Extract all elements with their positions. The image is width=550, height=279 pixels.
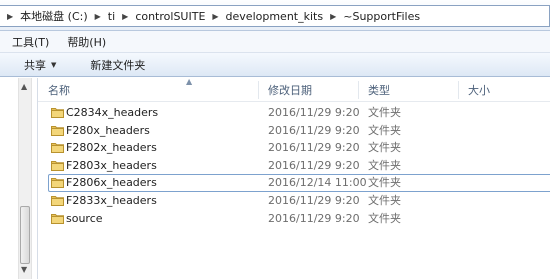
new-folder-button-label: 新建文件夹 [90,58,146,72]
breadcrumb-item-development-kits[interactable]: development_kits [224,10,326,23]
column-header: ▲ 名称 修改日期 类型 大小 [38,78,550,102]
file-type: 文件夹 [368,193,401,207]
file-name: F2806x_headers [66,176,157,190]
file-name: F280x_headers [66,123,150,137]
navigation-scrollbar[interactable]: ▲ ▼ [18,78,32,279]
file-date: 2016/12/14 11:00 [268,176,367,190]
file-date: 2016/11/29 9:20 [268,106,360,119]
share-button-label: 共享 [24,58,46,72]
chevron-right-icon[interactable]: ▶ [207,12,223,21]
new-folder-button[interactable]: 新建文件夹 [66,57,155,73]
file-name: F2803x_headers [66,158,157,172]
file-type: 文件夹 [368,158,401,172]
file-row[interactable]: F2833x_headers 2016/11/29 9:20 文件夹 [38,192,550,210]
folder-icon [51,143,64,154]
folder-icon [51,213,64,224]
file-row[interactable]: source 2016/11/29 9:20 文件夹 [38,210,550,228]
file-row[interactable]: F2802x_headers 2016/11/29 9:20 文件夹 [38,139,550,157]
breadcrumb[interactable]: ▶ 本地磁盘 (C:) ▶ ti ▶ controlSUITE ▶ develo… [0,5,550,27]
chevron-right-icon[interactable]: ▶ [2,12,18,21]
file-name: source [66,211,103,225]
file-date: 2016/11/29 9:20 [268,123,360,137]
chevron-right-icon[interactable]: ▶ [325,12,341,21]
breadcrumb-item-supportfiles[interactable]: ~SupportFiles [341,10,422,23]
address-bar: ▶ 本地磁盘 (C:) ▶ ti ▶ controlSUITE ▶ develo… [0,0,550,31]
folder-icon [51,125,64,136]
file-date: 2016/11/29 9:20 [268,211,360,225]
file-type: 文件夹 [368,123,401,137]
file-date: 2016/11/29 9:20 [268,193,360,207]
file-name: F2802x_headers [66,141,157,155]
file-list: C2834x_headers 2016/11/29 9:20 文件夹 F280x… [38,104,550,227]
folder-icon [51,108,64,118]
menu-tools[interactable]: 工具(T) [0,34,55,50]
breadcrumb-item-drive[interactable]: 本地磁盘 (C:) [18,8,89,24]
scroll-thumb[interactable] [20,206,30,264]
column-type[interactable]: 类型 [358,78,458,102]
menu-bar: 工具(T) 帮助(H) [0,31,550,53]
chevron-right-icon[interactable]: ▶ [90,12,106,21]
file-type: 文件夹 [368,176,401,190]
file-row[interactable]: F280x_headers 2016/11/29 9:20 文件夹 [38,122,550,140]
scroll-up-icon[interactable]: ▲ [21,82,27,91]
file-name: C2834x_headers [66,106,159,119]
chevron-down-icon: ▼ [51,60,57,69]
file-type: 文件夹 [368,141,401,155]
file-type: 文件夹 [368,106,401,119]
file-row-selected[interactable]: F2806x_headers 2016/12/14 11:00 文件夹 [38,174,550,193]
folder-icon [51,160,64,171]
file-name: F2833x_headers [66,193,157,207]
breadcrumb-item-ti[interactable]: ti [106,10,117,23]
menu-help[interactable]: 帮助(H) [55,34,112,50]
breadcrumb-item-controlsuite[interactable]: controlSUITE [133,10,207,23]
chevron-right-icon[interactable]: ▶ [117,12,133,21]
folder-icon [51,195,64,206]
share-button[interactable]: 共享 ▼ [0,57,66,73]
command-bar: 共享 ▼ 新建文件夹 [0,53,550,77]
file-date: 2016/11/29 9:20 [268,141,360,155]
file-row[interactable]: F2803x_headers 2016/11/29 9:20 文件夹 [38,157,550,175]
folder-icon [51,178,64,189]
file-type: 文件夹 [368,211,401,225]
column-date[interactable]: 修改日期 [258,78,358,102]
column-size[interactable]: 大小 [458,78,550,102]
file-row[interactable]: C2834x_headers 2016/11/29 9:20 文件夹 [38,104,550,122]
column-name[interactable]: 名称 [38,78,258,102]
file-date: 2016/11/29 9:20 [268,158,360,172]
scroll-down-icon[interactable]: ▼ [21,265,27,274]
